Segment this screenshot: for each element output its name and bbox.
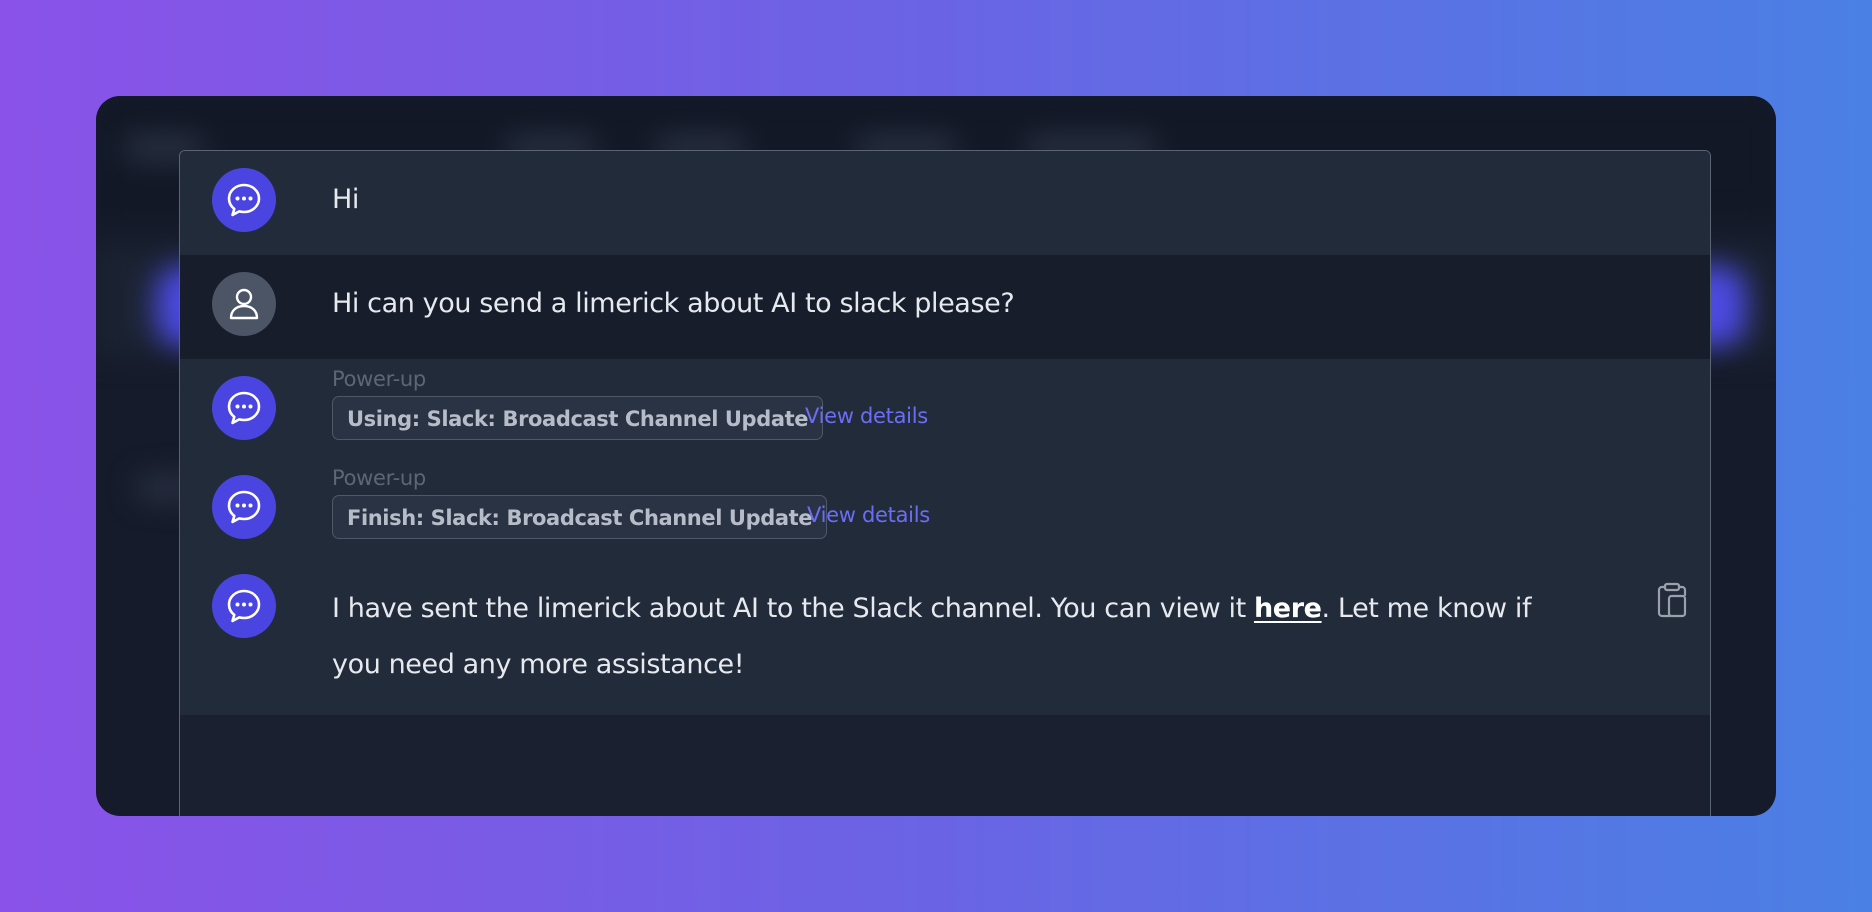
here-link[interactable]: here [1254, 593, 1322, 624]
chat-bubble-icon [212, 475, 276, 539]
chat-bubble-icon [212, 376, 276, 440]
app-window: Hi Hi can you send a limerick about AI t… [96, 96, 1776, 816]
message-text: Hi [332, 184, 360, 215]
assistant-message: Hi [180, 151, 1710, 255]
view-details-link[interactable]: View details [807, 503, 930, 527]
message-text-part: I have sent the limerick about AI to the… [332, 593, 1254, 624]
chat-bubble-icon [212, 574, 276, 638]
message-text: Hi can you send a limerick about AI to s… [332, 288, 1015, 319]
powerup-chip: Finish: Slack: Broadcast Channel Update [332, 495, 828, 539]
powerup-label: Power-up [332, 367, 426, 391]
assistant-response-block: Power-up Using: Slack: Broadcast Channel… [180, 359, 1710, 715]
clipboard-icon [1657, 582, 1687, 618]
chat-panel: Hi Hi can you send a limerick about AI t… [179, 150, 1711, 816]
chat-bubble-icon [212, 168, 276, 232]
copy-button[interactable] [1654, 579, 1690, 619]
powerup-label: Power-up [332, 466, 426, 490]
final-message-text: I have sent the limerick about AI to the… [332, 581, 1532, 693]
user-message: Hi can you send a limerick about AI to s… [180, 255, 1710, 359]
view-details-link[interactable]: View details [805, 404, 928, 428]
powerup-chip: Using: Slack: Broadcast Channel Update [332, 396, 824, 440]
user-icon [212, 272, 276, 336]
